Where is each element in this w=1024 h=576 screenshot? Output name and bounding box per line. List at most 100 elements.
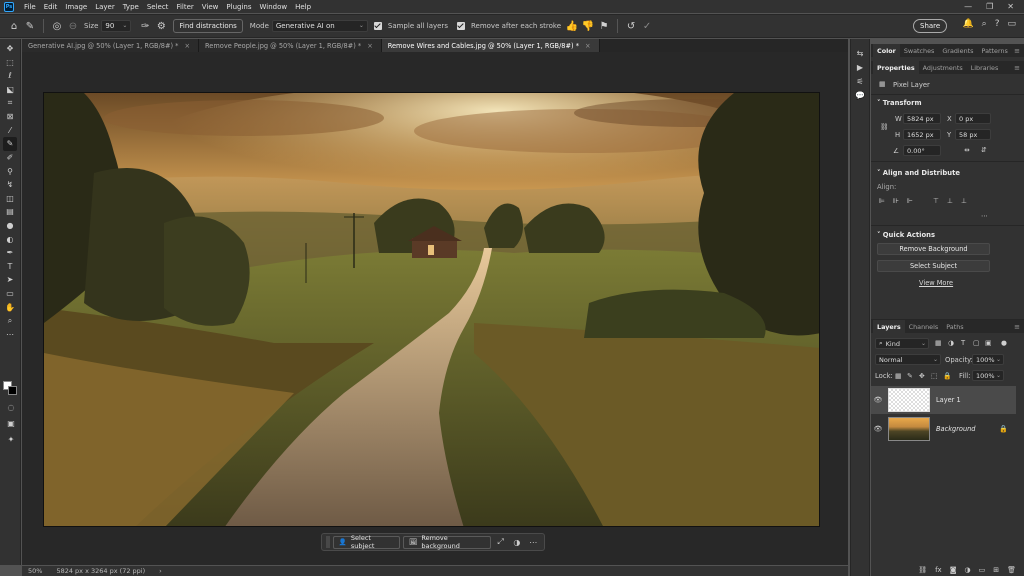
menu-edit[interactable]: Edit: [40, 3, 62, 11]
remove-background-button[interactable]: 🖼 Remove background: [403, 534, 491, 550]
menu-filter[interactable]: Filter: [172, 3, 197, 11]
panel-menu-icon[interactable]: ≡: [1014, 47, 1020, 55]
link-layers-icon[interactable]: ⛓: [918, 566, 927, 574]
remove-tool-icon[interactable]: ✎: [22, 18, 38, 34]
lock-transparency-icon[interactable]: ▦: [895, 372, 901, 380]
remove-after-stroke-checkbox[interactable]: [456, 22, 465, 30]
visibility-eye-icon[interactable]: 👁: [871, 425, 885, 433]
lock-artboard-icon[interactable]: ⬚: [931, 372, 937, 380]
clone-stamp-tool-icon[interactable]: ⚲: [3, 164, 17, 178]
chevron-right-icon[interactable]: ›: [159, 567, 162, 575]
width-input[interactable]: 5824 px: [903, 113, 941, 124]
tab-generative-ai[interactable]: Generative AI.jpg @ 50% (Layer 1, RGB/8#…: [22, 39, 200, 52]
height-input[interactable]: 1652 px: [903, 129, 941, 140]
thumbs-up-icon[interactable]: 👍: [564, 18, 580, 34]
thumbs-down-icon[interactable]: 👎: [580, 18, 596, 34]
filter-adjustment-icon[interactable]: ◑: [948, 339, 954, 347]
share-button[interactable]: Share: [913, 19, 948, 33]
filter-shape-icon[interactable]: ▢: [973, 339, 979, 347]
hand-tool-icon[interactable]: ✋: [3, 300, 17, 314]
frame-tool-icon[interactable]: ⊠: [3, 110, 17, 124]
home-icon[interactable]: ⌂: [6, 18, 22, 34]
tab-gradients[interactable]: Gradients: [938, 44, 977, 57]
new-group-icon[interactable]: ▭: [979, 566, 986, 574]
zoom-level[interactable]: 50%: [28, 567, 42, 575]
lasso-tool-icon[interactable]: ℓ: [3, 69, 17, 83]
layer-row-background[interactable]: 👁 Background 🔒: [871, 415, 1016, 443]
layer-style-fx-icon[interactable]: fx: [935, 566, 942, 574]
align-center-h-icon[interactable]: ⊪: [893, 197, 899, 205]
close-tab-icon[interactable]: ×: [367, 42, 373, 50]
subtract-mode-icon[interactable]: ⊖: [65, 18, 81, 34]
adjustment-icon[interactable]: ◑: [510, 538, 523, 547]
adjust-icon[interactable]: ⚟: [856, 77, 863, 86]
opacity-input[interactable]: 100% ⌄: [972, 354, 1004, 365]
new-layer-icon[interactable]: ⊞: [993, 566, 999, 574]
align-left-icon[interactable]: ⊫: [879, 197, 885, 205]
more-options-icon[interactable]: ⋯: [527, 538, 540, 547]
screen-mode-icon[interactable]: ▣: [4, 417, 18, 431]
menu-view[interactable]: View: [198, 3, 223, 11]
transform-icon[interactable]: ⤢: [494, 537, 507, 547]
brush-tool-icon[interactable]: ✐: [3, 151, 17, 165]
sample-all-layers-checkbox[interactable]: [373, 22, 382, 30]
flag-icon[interactable]: ⚑: [596, 18, 612, 34]
move-tool-icon[interactable]: ✥: [3, 42, 17, 56]
align-bottom-icon[interactable]: ⊥: [961, 197, 967, 205]
arrange-icon[interactable]: ⇆: [857, 49, 864, 58]
panel-menu-icon[interactable]: ≡: [1014, 323, 1020, 331]
filter-smart-object-icon[interactable]: ▣: [985, 339, 991, 347]
layer-filter-kind-select[interactable]: ⌕ Kind ⌄: [875, 338, 929, 349]
type-tool-icon[interactable]: T: [3, 260, 17, 274]
align-section-title[interactable]: ˅ Align and Distribute: [877, 169, 960, 177]
visibility-eye-icon[interactable]: 👁: [871, 396, 885, 404]
dodge-tool-icon[interactable]: ◐: [3, 232, 17, 246]
pen-tool-icon[interactable]: ✒: [3, 246, 17, 260]
panel-menu-icon[interactable]: ≡: [1014, 64, 1020, 72]
tab-swatches[interactable]: Swatches: [900, 44, 939, 57]
tab-adjustments[interactable]: Adjustments: [919, 61, 967, 74]
menu-layer[interactable]: Layer: [91, 3, 119, 11]
menu-select[interactable]: Select: [143, 3, 173, 11]
history-brush-tool-icon[interactable]: ↯: [3, 178, 17, 192]
more-tools-icon[interactable]: ⋯: [3, 327, 17, 341]
transform-section-title[interactable]: ˅ Transform: [877, 99, 922, 107]
tab-remove-people[interactable]: Remove People.jpg @ 50% (Layer 1, RGB/8#…: [199, 39, 382, 52]
select-subject-quick-action-button[interactable]: Select Subject: [877, 260, 990, 272]
tab-channels[interactable]: Channels: [905, 320, 943, 333]
pressure-icon[interactable]: ✑: [137, 18, 153, 34]
flip-vertical-icon[interactable]: ⇵: [981, 146, 987, 154]
close-icon[interactable]: ✕: [1007, 2, 1014, 11]
tab-color[interactable]: Color: [873, 44, 900, 57]
eyedropper-tool-icon[interactable]: ⁄: [3, 124, 17, 138]
more-align-icon[interactable]: ⋯: [981, 212, 988, 220]
menu-type[interactable]: Type: [119, 3, 143, 11]
menu-file[interactable]: File: [20, 3, 40, 11]
tab-paths[interactable]: Paths: [942, 320, 967, 333]
lock-all-icon[interactable]: 🔒: [943, 372, 951, 380]
restore-icon[interactable]: ❐: [986, 2, 993, 11]
link-dimensions-icon[interactable]: ⛓: [880, 123, 889, 131]
align-middle-v-icon[interactable]: ⊥: [947, 197, 953, 205]
layer-row-layer-1[interactable]: 👁 Layer 1: [871, 386, 1016, 414]
search-icon[interactable]: ⌕: [982, 19, 987, 29]
gradient-tool-icon[interactable]: ▤: [3, 205, 17, 219]
menu-image[interactable]: Image: [61, 3, 91, 11]
help-icon[interactable]: ?: [995, 19, 1000, 29]
settings-gear-icon[interactable]: ⚙: [153, 18, 169, 34]
blur-tool-icon[interactable]: ●: [3, 219, 17, 233]
path-selection-tool-icon[interactable]: ➤: [3, 273, 17, 287]
close-tab-icon[interactable]: ×: [585, 42, 591, 50]
marquee-tool-icon[interactable]: ⬚: [3, 56, 17, 70]
menu-window[interactable]: Window: [255, 3, 291, 11]
y-input[interactable]: 58 px: [955, 129, 991, 140]
lock-position-icon[interactable]: ✥: [919, 372, 925, 380]
select-subject-button[interactable]: 👤 Select subject: [332, 534, 401, 550]
remove-background-quick-action-button[interactable]: Remove Background: [877, 243, 990, 255]
menu-plugins[interactable]: Plugins: [222, 3, 255, 11]
quick-actions-section-title[interactable]: ˅ Quick Actions: [877, 231, 935, 239]
notifications-bell-icon[interactable]: 🔔: [962, 19, 973, 29]
angle-input[interactable]: 0.00°: [903, 145, 941, 156]
lock-pixels-icon[interactable]: ✎: [907, 372, 913, 380]
workspace-icon[interactable]: ▭: [1007, 19, 1016, 29]
